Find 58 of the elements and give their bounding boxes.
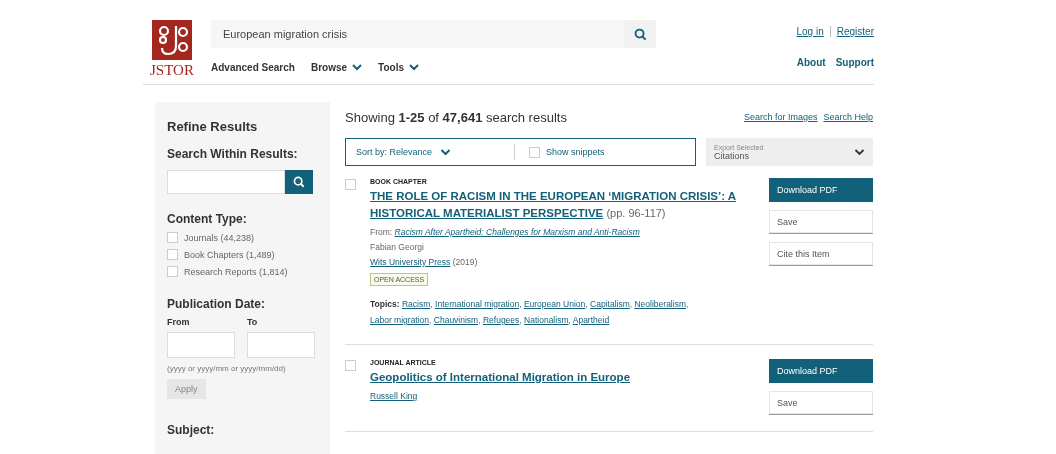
search-field[interactable]: European migration crisis	[211, 20, 624, 48]
checkbox[interactable]	[167, 232, 178, 243]
section-heading: Publication Date:	[167, 297, 266, 311]
search-within-field[interactable]	[167, 170, 285, 194]
field-label: To	[247, 317, 259, 327]
account-link[interactable]: Register	[836, 26, 874, 37]
section-heading: Content Type:	[167, 212, 248, 226]
nav-link[interactable]: Advanced Search	[211, 62, 295, 73]
sort-dropdown[interactable]: Sort by: Relevance	[356, 147, 514, 157]
title-link[interactable]: THE ROLE OF RACISM IN THE EUROPEAN ‘MIGRATION CRISIS’: A HISTORICAL MATERIALIST PERSPECTIVE (pp. 96-117)	[370, 188, 745, 222]
section-heading: Subject:	[167, 423, 216, 437]
source-line: From: Racism After Apartheid: Challenges for Marxism and Anti-Racism	[370, 227, 641, 237]
chevron-icon	[854, 149, 865, 156]
topics-line: Topics: Racism, International migration, European Union, Capitalism, Neoliberalism, Labor migration, Chauvinism, Refugees, Nationalism, Apartheid	[370, 298, 690, 327]
checkbox[interactable]	[345, 179, 356, 190]
search-button[interactable]	[285, 170, 313, 194]
search-button[interactable]	[624, 20, 656, 48]
topic-link[interactable]: Neoliberalism	[634, 299, 686, 309]
section-heading: Search Within Results:	[167, 147, 299, 161]
nav-link[interactable]: Tools	[378, 62, 419, 73]
topic-link[interactable]: Apartheid	[572, 315, 610, 325]
account-link[interactable]: Log in	[796, 26, 824, 37]
chevron-icon	[440, 148, 452, 156]
date-field[interactable]	[247, 332, 315, 358]
download-button[interactable]: Download PDF	[769, 178, 873, 202]
sidebar-title: Refine Results	[167, 119, 259, 134]
source-link[interactable]: Racism After Apartheid: Challenges for Marxism and Anti-Racism	[394, 227, 640, 237]
date-format-hint: (yyyy or yyyy/mm or yyyy/mm/dd)	[167, 364, 287, 373]
action-button[interactable]: Cite this Item	[769, 242, 873, 266]
filter-option: Research Reports (1,814)	[184, 266, 288, 277]
filter-option: Journals (44,238)	[184, 232, 255, 243]
help-link[interactable]: Search for Images	[743, 112, 818, 122]
nav-link[interactable]: Browse	[310, 62, 363, 73]
topic-link[interactable]: Capitalism	[590, 299, 630, 309]
publisher-link[interactable]: Wits University Press	[370, 257, 451, 267]
checkbox-label: Show snippets	[546, 147, 605, 157]
publisher-line: Wits University Press (2019)	[370, 257, 479, 267]
checkbox[interactable]	[167, 249, 178, 260]
checkbox[interactable]	[529, 146, 540, 158]
download-button[interactable]: Download PDF	[769, 359, 873, 383]
help-link[interactable]: Search Help	[823, 112, 873, 122]
checkbox[interactable]	[167, 266, 178, 277]
search-icon	[633, 27, 647, 41]
action-button[interactable]: Save	[769, 210, 873, 234]
filter-option: Book Chapters (1,489)	[184, 249, 275, 260]
nav-link[interactable]: Support	[835, 57, 874, 68]
field-label: From	[167, 317, 191, 327]
nav-link[interactable]: About	[796, 57, 826, 68]
results-summary: Showing 1-25 of 47,641 search results	[345, 109, 567, 125]
action-button[interactable]: Save	[769, 391, 873, 415]
date-field[interactable]	[167, 332, 235, 358]
logo-text: JSTOR	[150, 62, 194, 79]
search-icon	[293, 176, 305, 188]
title-link[interactable]: Geopolitics of International Migration in Europe	[370, 369, 745, 386]
author-link[interactable]: Russell King	[370, 391, 418, 401]
logo-icon[interactable]	[152, 20, 192, 60]
author-name: Fabian Georgi	[370, 242, 425, 252]
checkbox[interactable]	[345, 360, 356, 371]
